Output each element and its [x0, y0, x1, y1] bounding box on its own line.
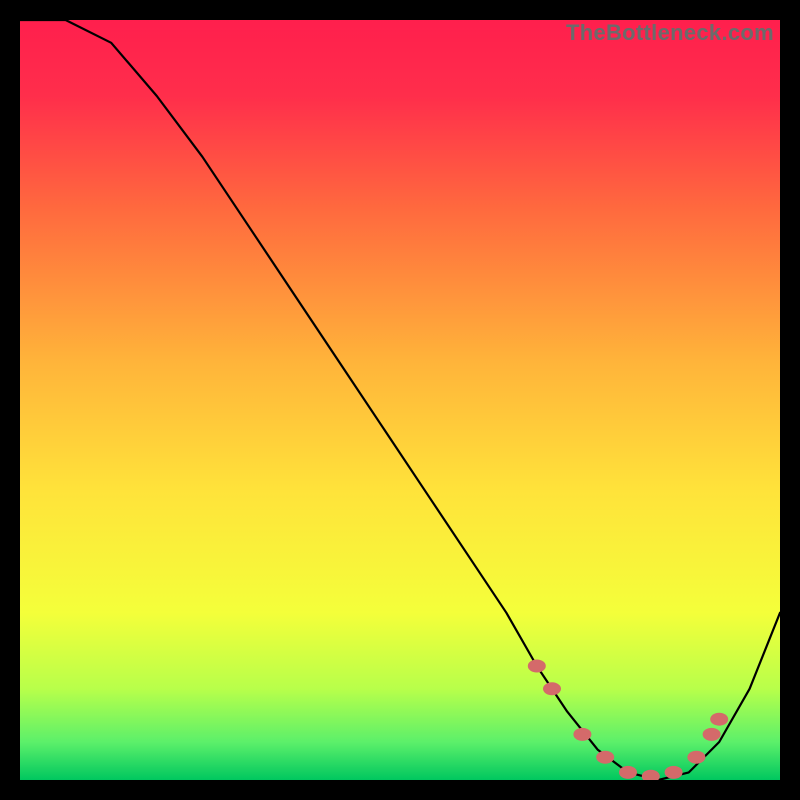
highlight-point [543, 682, 561, 695]
gradient-background [20, 20, 780, 780]
chart-svg [20, 20, 780, 780]
highlight-point [528, 660, 546, 673]
highlight-point [665, 766, 683, 779]
highlight-point [596, 751, 614, 764]
highlight-point [687, 751, 705, 764]
highlight-point [710, 713, 728, 726]
highlight-point [703, 728, 721, 741]
watermark-text: TheBottleneck.com [566, 20, 774, 46]
highlight-point [619, 766, 637, 779]
highlight-point [573, 728, 591, 741]
